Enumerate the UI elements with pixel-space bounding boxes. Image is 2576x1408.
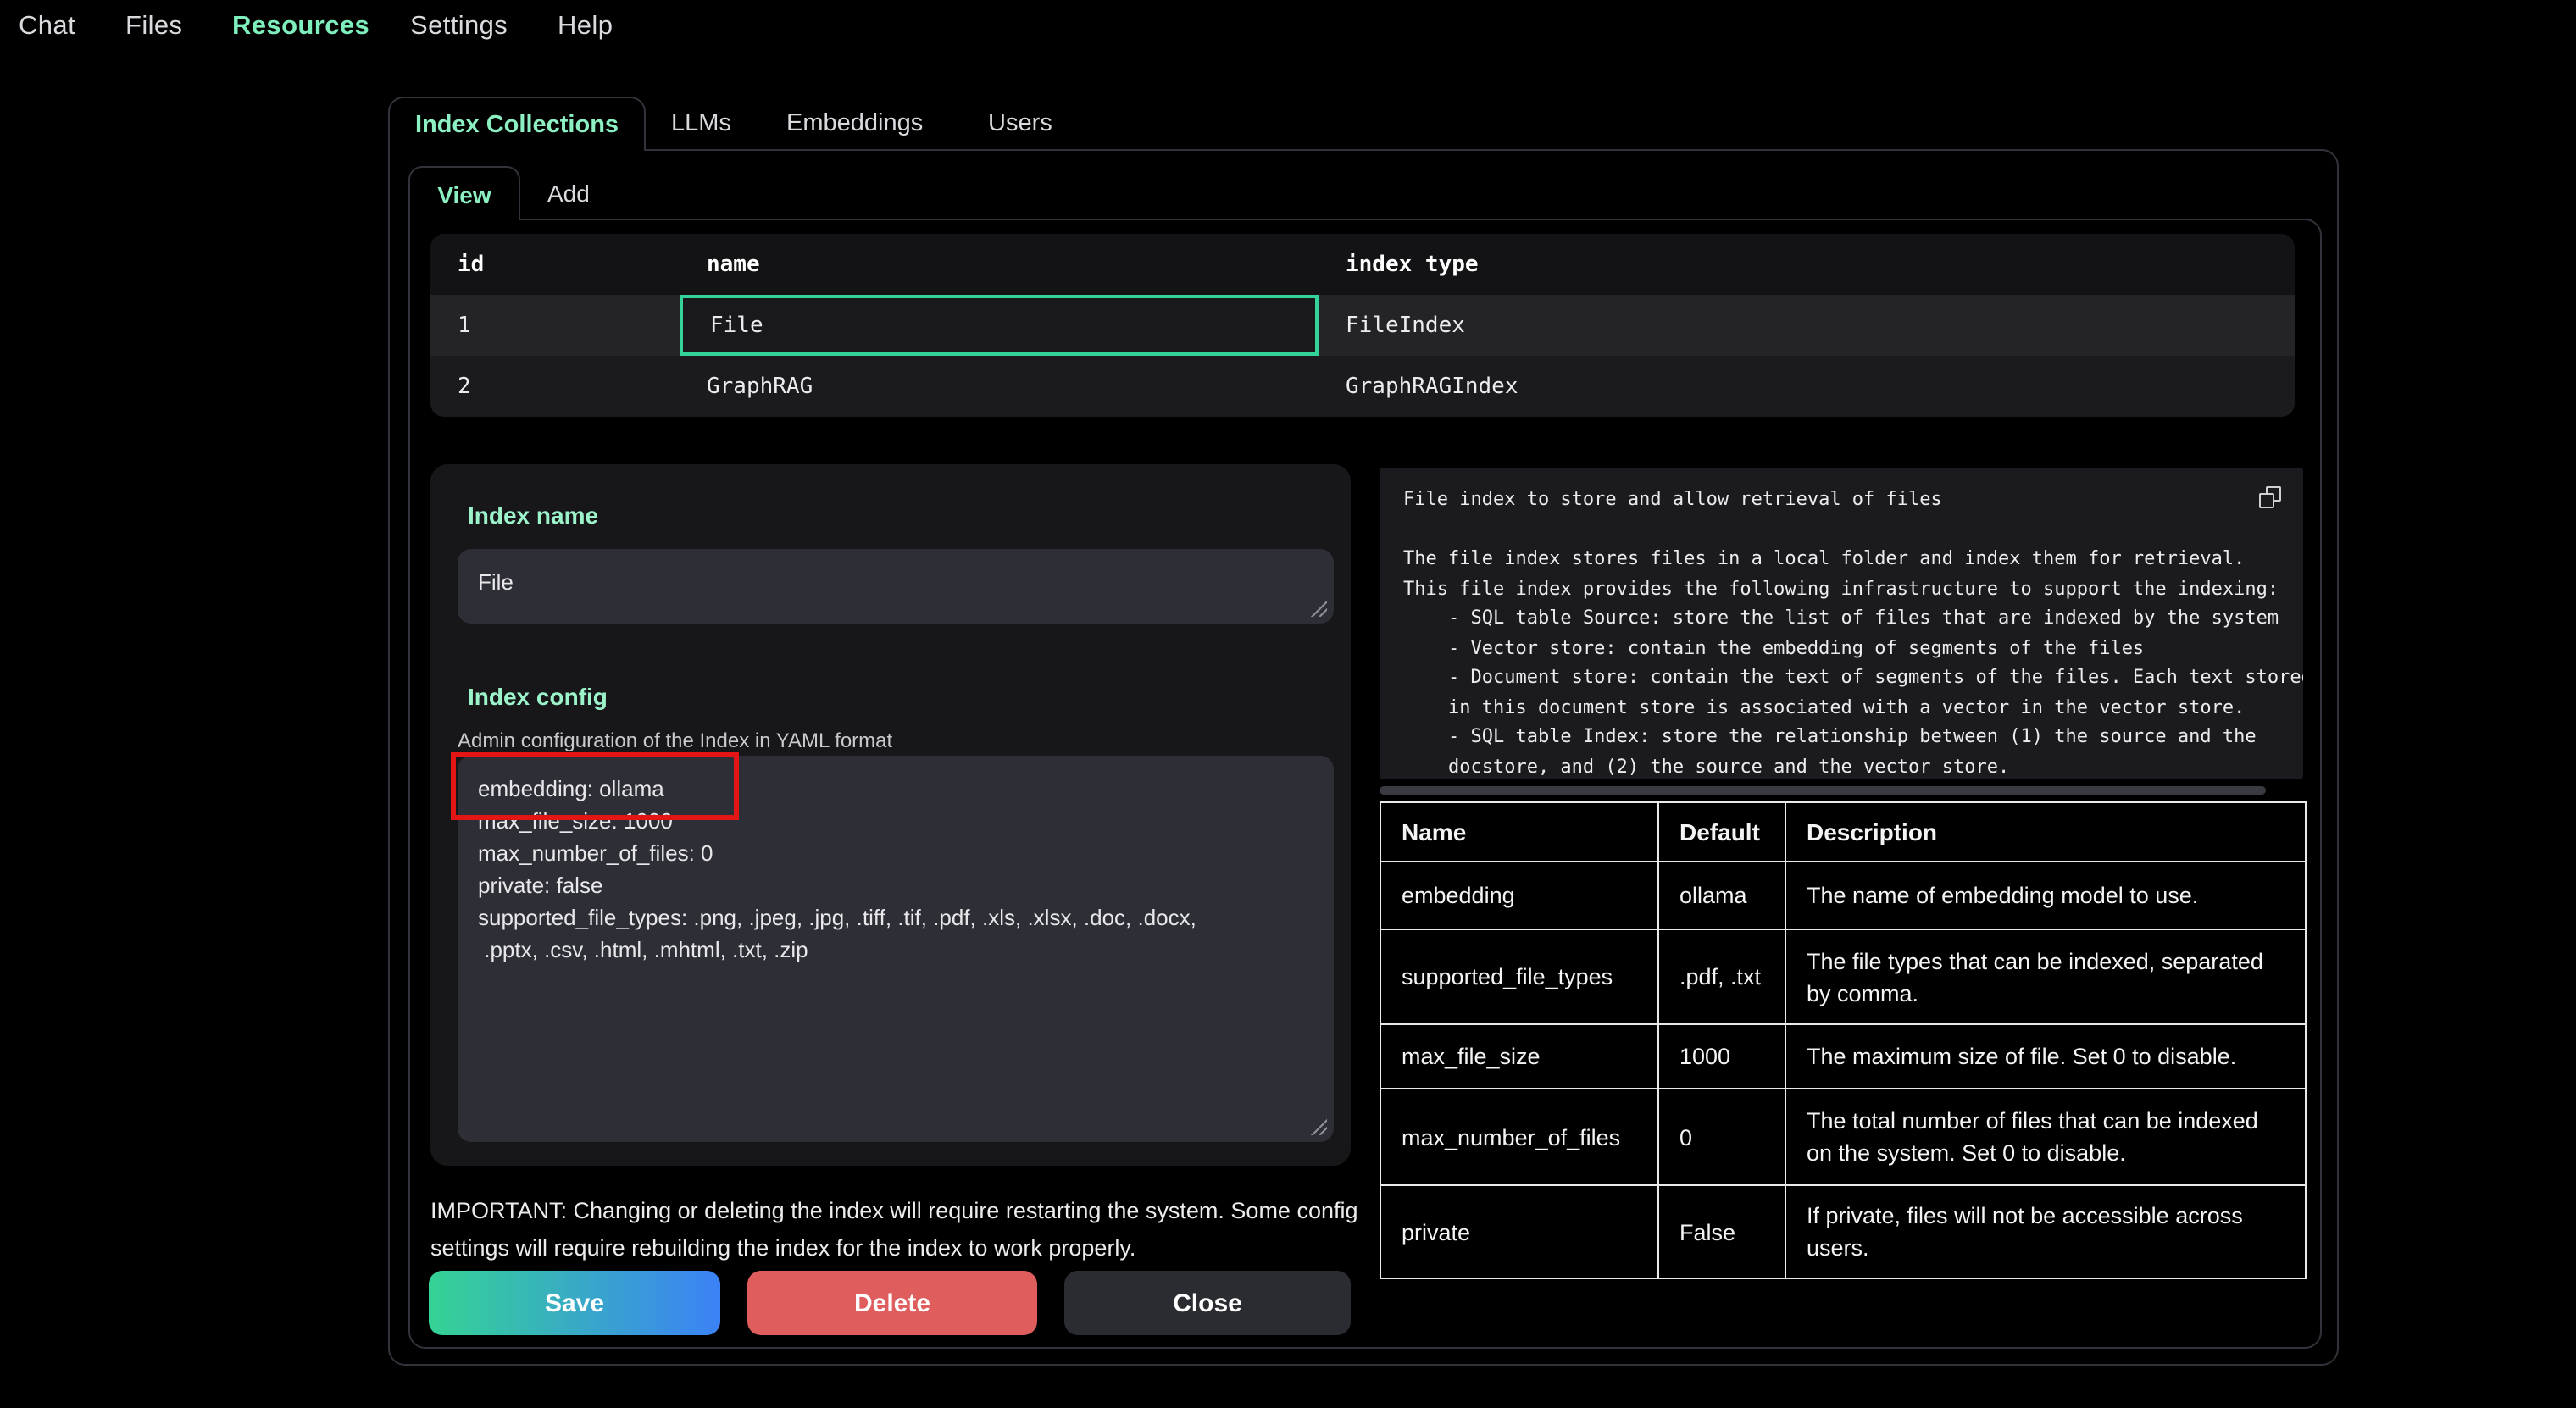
close-button[interactable]: Close bbox=[1064, 1271, 1351, 1335]
cell-index-type[interactable]: GraphRAGIndex bbox=[1319, 356, 2295, 417]
cell-index-type[interactable]: FileIndex bbox=[1319, 295, 2295, 356]
cell-id[interactable]: 1 bbox=[430, 295, 680, 356]
params-col-name: Name bbox=[1380, 802, 1658, 862]
index-collections-panel: View Add id name index type 1 File FileI… bbox=[388, 149, 2339, 1366]
param-desc: The total number of files that can be in… bbox=[1785, 1089, 2306, 1185]
param-name: private bbox=[1380, 1185, 1658, 1278]
tab-users[interactable]: Users bbox=[988, 110, 1052, 137]
param-name: supported_file_types bbox=[1380, 929, 1658, 1024]
param-name: embedding bbox=[1380, 862, 1658, 929]
tab-llms[interactable]: LLMs bbox=[671, 110, 731, 137]
param-desc: If private, files will not be accessible… bbox=[1785, 1185, 2306, 1278]
nav-item-resources[interactable]: Resources bbox=[232, 12, 369, 42]
subtab-add[interactable]: Add bbox=[547, 180, 590, 207]
nav-item-help[interactable]: Help bbox=[558, 12, 613, 42]
config-hint-text: Admin configuration of the Index in YAML… bbox=[458, 729, 892, 752]
subtab-view[interactable]: View bbox=[408, 166, 520, 220]
params-row: max_number_of_files 0 The total number o… bbox=[1380, 1089, 2306, 1185]
col-header-index-type: index type bbox=[1319, 234, 2295, 295]
horizontal-scrollbar[interactable] bbox=[1380, 786, 2266, 795]
index-name-input[interactable]: File bbox=[458, 549, 1334, 624]
param-default: 1000 bbox=[1658, 1024, 1785, 1089]
index-description-text: File index to store and allow retrieval … bbox=[1380, 468, 2303, 779]
tab-index-collections-label: Index Collections bbox=[415, 111, 619, 138]
annotation-red-box bbox=[451, 752, 739, 820]
nav-item-chat[interactable]: Chat bbox=[19, 12, 75, 42]
collections-table-header: id name index type bbox=[430, 234, 2295, 295]
col-header-name: name bbox=[680, 234, 1319, 295]
warning-text: IMPORTANT: Changing or deleting the inde… bbox=[430, 1193, 1359, 1267]
params-row: embedding ollama The name of embedding m… bbox=[1380, 862, 2306, 929]
table-row[interactable]: 1 File FileIndex bbox=[430, 295, 2295, 356]
tab-embeddings[interactable]: Embeddings bbox=[786, 110, 923, 137]
param-desc: The file types that can be indexed, sepa… bbox=[1785, 929, 2306, 1024]
tab-index-collections[interactable]: Index Collections bbox=[388, 97, 646, 151]
param-default: False bbox=[1658, 1185, 1785, 1278]
params-row: private False If private, files will not… bbox=[1380, 1185, 2306, 1278]
table-row[interactable]: 2 GraphRAG GraphRAGIndex bbox=[430, 356, 2295, 417]
index-name-label: Index name bbox=[468, 502, 598, 529]
save-button[interactable]: Save bbox=[429, 1271, 720, 1335]
param-desc: The maximum size of file. Set 0 to disab… bbox=[1785, 1024, 2306, 1089]
params-col-description: Description bbox=[1785, 802, 2306, 862]
copy-icon-front bbox=[2259, 493, 2274, 508]
app-root: Chat Files Resources Settings Help Index… bbox=[0, 0, 2576, 1408]
param-default: 0 bbox=[1658, 1089, 1785, 1185]
params-table: Name Default Description embedding ollam… bbox=[1380, 801, 2307, 1279]
param-name: max_file_size bbox=[1380, 1024, 1658, 1089]
param-default: ollama bbox=[1658, 862, 1785, 929]
nav-item-settings[interactable]: Settings bbox=[410, 12, 508, 42]
param-name: max_number_of_files bbox=[1380, 1089, 1658, 1185]
cell-name[interactable]: GraphRAG bbox=[680, 356, 1319, 417]
param-desc: The name of embedding model to use. bbox=[1785, 862, 2306, 929]
index-config-label: Index config bbox=[468, 683, 608, 710]
index-description-panel: File index to store and allow retrieval … bbox=[1380, 468, 2303, 779]
index-name-field-wrap: File bbox=[458, 549, 1334, 624]
col-header-id: id bbox=[430, 234, 680, 295]
subtab-view-label: View bbox=[437, 180, 491, 208]
cell-id[interactable]: 2 bbox=[430, 356, 680, 417]
collections-table: id name index type 1 File FileIndex 2 Gr… bbox=[430, 234, 2295, 417]
cell-name-selected[interactable]: File bbox=[680, 295, 1319, 356]
top-nav: Chat Files Resources Settings Help bbox=[0, 0, 2576, 54]
params-row: supported_file_types .pdf, .txt The file… bbox=[1380, 929, 2306, 1024]
param-default: .pdf, .txt bbox=[1658, 929, 1785, 1024]
params-row: max_file_size 1000 The maximum size of f… bbox=[1380, 1024, 2306, 1089]
copy-icon[interactable] bbox=[2259, 486, 2281, 508]
params-col-default: Default bbox=[1658, 802, 1785, 862]
view-panel: id name index type 1 File FileIndex 2 Gr… bbox=[408, 219, 2322, 1349]
params-header-row: Name Default Description bbox=[1380, 802, 2306, 862]
delete-button[interactable]: Delete bbox=[747, 1271, 1037, 1335]
nav-item-files[interactable]: Files bbox=[125, 12, 182, 42]
